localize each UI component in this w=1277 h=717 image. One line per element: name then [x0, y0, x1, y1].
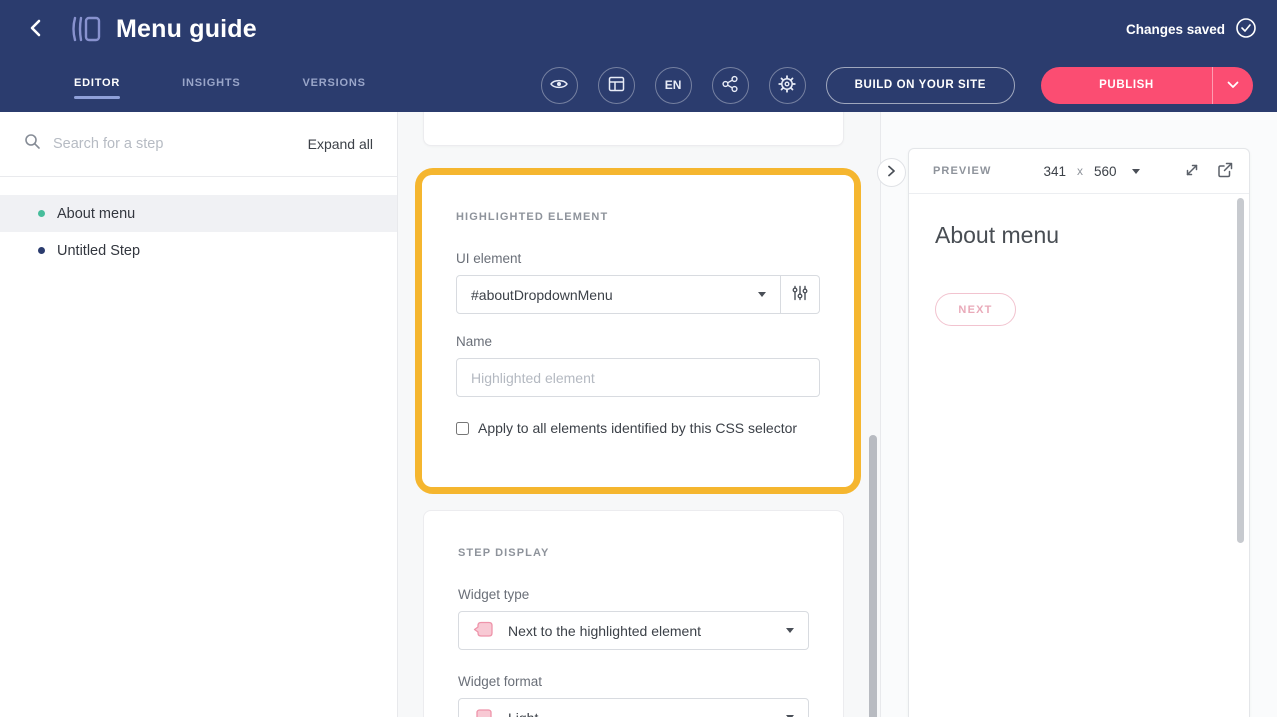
step-item-untitled-step[interactable]: Untitled Step — [0, 232, 397, 269]
name-label: Name — [456, 334, 820, 349]
expand-arrows-icon — [1183, 161, 1201, 182]
build-on-your-site-button[interactable]: BUILD ON YOUR SITE — [826, 67, 1015, 104]
fullscreen-preview-button[interactable] — [1183, 161, 1201, 182]
layout-panel-icon — [608, 76, 625, 95]
highlighted-element-ring: HIGHLIGHTED ELEMENT UI element #aboutDro… — [415, 168, 861, 494]
topbar-controls: EN — [541, 67, 1253, 104]
publish-dropdown-button[interactable] — [1213, 67, 1253, 104]
highlighted-element-card: HIGHLIGHTED ELEMENT UI element #aboutDro… — [422, 175, 854, 487]
caret-down-icon — [1132, 169, 1140, 174]
search-icon — [24, 133, 41, 155]
step-status-dot — [38, 247, 45, 254]
ui-element-select-row: #aboutDropdownMenu — [456, 275, 820, 314]
chevron-right-icon — [887, 165, 896, 180]
layout-button[interactable] — [598, 67, 635, 104]
widget-format-label: Widget format — [458, 674, 809, 689]
preview-height-value: 560 — [1094, 164, 1117, 179]
step-label: Untitled Step — [57, 243, 140, 259]
tooltip-widget-icon — [473, 620, 494, 642]
caret-down-icon — [786, 628, 794, 633]
widget-type-label: Widget type — [458, 587, 809, 602]
back-button[interactable] — [16, 9, 56, 49]
share-icon — [721, 75, 739, 96]
caret-down-icon — [758, 292, 766, 297]
apply-all-checkbox[interactable] — [456, 422, 469, 435]
step-editor-column: HIGHLIGHTED ELEMENT UI element #aboutDro… — [398, 112, 881, 717]
check-circle-icon — [1235, 17, 1257, 42]
search-step-input[interactable] — [53, 136, 308, 152]
preview-header: PREVIEW 341 x 560 — [909, 149, 1249, 194]
preview-eye-button[interactable] — [541, 67, 578, 104]
ui-element-label: UI element — [456, 251, 820, 266]
preview-scrollbar-thumb[interactable] — [1237, 198, 1244, 543]
open-in-new-window-button[interactable] — [1216, 161, 1234, 182]
step-search-row: Expand all — [0, 112, 397, 176]
widget-type-select[interactable]: Next to the highlighted element — [458, 611, 809, 650]
collapse-preview-button[interactable] — [877, 158, 906, 187]
language-label: EN — [665, 78, 682, 92]
topbar: Menu guide Changes saved EDITOR INSIGHTS… — [0, 0, 1277, 112]
preview-header-icons — [1183, 161, 1234, 182]
step-item-about-menu[interactable]: About menu — [0, 195, 397, 232]
tab-insights[interactable]: INSIGHTS — [182, 67, 240, 103]
size-separator: x — [1077, 164, 1083, 178]
page-title: Menu guide — [116, 15, 257, 44]
steps-sidebar: Expand all About menu Untitled Step — [0, 112, 398, 717]
highlighted-element-name-input[interactable] — [456, 358, 820, 397]
editor-scrollbar-thumb[interactable] — [869, 435, 877, 717]
publish-split-button: PUBLISH — [1041, 67, 1253, 104]
format-widget-icon — [473, 707, 494, 717]
apply-all-checkbox-row[interactable]: Apply to all elements identified by this… — [456, 420, 820, 436]
guide-type-logo-icon — [70, 15, 102, 43]
step-status-dot — [38, 210, 45, 217]
previous-settings-card-partial — [423, 112, 844, 146]
step-label: About menu — [57, 206, 135, 222]
preview-size-selector[interactable]: 341 x 560 — [1043, 164, 1139, 179]
widget-format-select[interactable]: Light — [458, 698, 809, 717]
main-tabs: EDITOR INSIGHTS VERSIONS — [74, 58, 366, 112]
settings-button[interactable] — [769, 67, 806, 104]
preview-body: About menu NEXT — [909, 194, 1249, 354]
external-link-icon — [1216, 161, 1234, 182]
share-button[interactable] — [712, 67, 749, 104]
preview-title: PREVIEW — [933, 165, 991, 177]
gear-icon — [778, 75, 796, 96]
widget-format-value: Light — [508, 710, 538, 717]
preview-area: PREVIEW 341 x 560 — [881, 112, 1277, 717]
widget-type-value: Next to the highlighted element — [508, 623, 701, 639]
selector-settings-button[interactable] — [781, 275, 820, 314]
topbar-title-row: Menu guide Changes saved — [0, 0, 1277, 58]
changes-saved-label: Changes saved — [1126, 22, 1225, 37]
expand-all-link[interactable]: Expand all — [308, 136, 373, 152]
ui-element-select[interactable]: #aboutDropdownMenu — [456, 275, 781, 314]
step-display-card: STEP DISPLAY Widget type Next to the hig… — [423, 510, 844, 717]
preview-step-title: About menu — [935, 222, 1223, 249]
preview-next-button[interactable]: NEXT — [935, 293, 1016, 326]
apply-all-checkbox-label: Apply to all elements identified by this… — [478, 420, 797, 436]
section-title-highlighted-element: HIGHLIGHTED ELEMENT — [456, 211, 820, 223]
section-title-step-display: STEP DISPLAY — [458, 547, 809, 559]
preview-panel: PREVIEW 341 x 560 — [908, 148, 1250, 717]
preview-width-value: 341 — [1043, 164, 1066, 179]
changes-saved-status: Changes saved — [1126, 17, 1257, 42]
sliders-icon — [791, 284, 809, 305]
eye-icon — [549, 76, 569, 95]
chevron-down-icon — [1227, 76, 1239, 94]
language-button[interactable]: EN — [655, 67, 692, 104]
step-list: About menu Untitled Step — [0, 177, 397, 269]
tab-versions[interactable]: VERSIONS — [303, 67, 366, 103]
tab-editor[interactable]: EDITOR — [74, 67, 120, 103]
topbar-tabs-row: EDITOR INSIGHTS VERSIONS EN — [0, 58, 1277, 112]
ui-element-value: #aboutDropdownMenu — [471, 287, 613, 303]
publish-button[interactable]: PUBLISH — [1041, 67, 1213, 104]
back-chevron-icon — [28, 18, 44, 41]
